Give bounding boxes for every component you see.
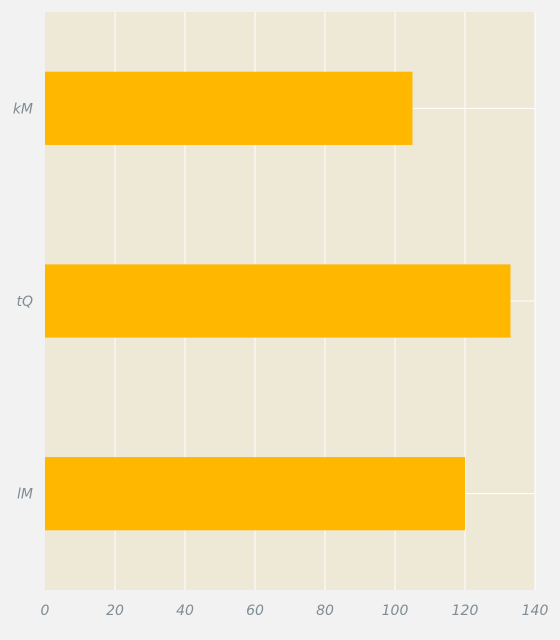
x-tick-label: 100 — [382, 603, 409, 619]
y-category-label: tQ — [16, 294, 33, 310]
y-category-label: kM — [13, 101, 33, 117]
x-tick-label: 20 — [106, 603, 124, 619]
bar-lM — [45, 457, 465, 531]
x-tick-label: 140 — [522, 603, 549, 619]
x-tick-label: 40 — [176, 603, 194, 619]
x-tick-label: 80 — [316, 603, 334, 619]
y-category-label: lM — [17, 487, 33, 503]
x-tick-label: 120 — [452, 603, 479, 619]
y-axis-category-labels: kM tQ lM — [13, 101, 33, 502]
bar-tQ — [45, 264, 511, 338]
bar-kM — [45, 71, 413, 145]
x-axis-tick-labels: 0 20 40 60 80 100 120 140 — [41, 603, 549, 619]
x-tick-label: 0 — [41, 603, 50, 619]
bar-chart: 0 20 40 60 80 100 120 140 kM tQ lM — [13, 12, 549, 619]
x-tick-label: 60 — [246, 603, 264, 619]
